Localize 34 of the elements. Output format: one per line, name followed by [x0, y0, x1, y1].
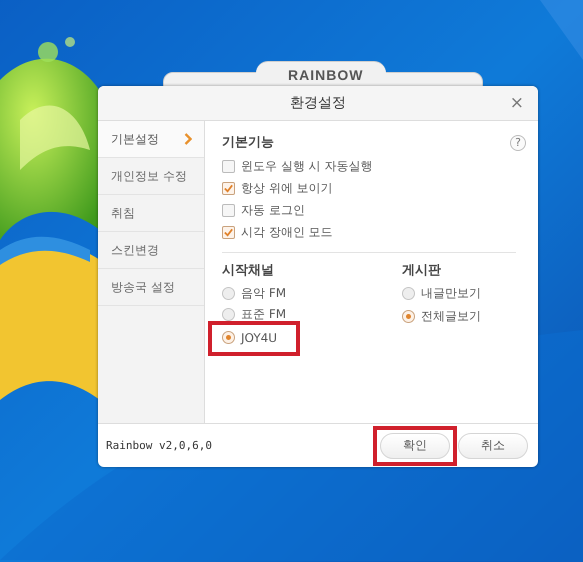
radio-label: 음악 FM	[241, 285, 286, 302]
dialog-title: 환경설정	[290, 94, 346, 112]
close-button[interactable]: ×	[506, 93, 528, 113]
section-title: 게시판	[402, 262, 442, 280]
sidebar-item[interactable]: 스킨변경	[98, 232, 204, 269]
version-label: Rainbow v2,0,6,0	[106, 439, 212, 452]
radio-button[interactable]	[402, 287, 415, 300]
checkbox[interactable]	[222, 182, 235, 194]
checkbox[interactable]	[222, 204, 235, 216]
chevron-icon	[184, 133, 192, 145]
section-title: 시작채널	[222, 262, 275, 280]
checkbox-label: 항상 위에 보이기	[241, 180, 333, 196]
radio-label: JOY4U	[241, 330, 278, 344]
ok-button[interactable]: 확인	[380, 432, 450, 458]
sidebar-item[interactable]: 개인정보 수정	[98, 158, 204, 195]
section-title: 기본기능	[222, 134, 274, 152]
help-button[interactable]: ?	[510, 135, 526, 151]
sidebar-item[interactable]: 방송국 설정	[98, 269, 204, 306]
checkbox[interactable]	[222, 226, 235, 238]
radio-button[interactable]	[222, 287, 235, 300]
radio-button[interactable]	[402, 310, 415, 323]
radio-label: 표준 FM	[241, 306, 286, 323]
radio-button[interactable]	[222, 331, 235, 344]
checkbox-label: 시각 장애인 모드	[241, 224, 333, 240]
sidebar-item[interactable]: 기본설정	[98, 121, 204, 158]
radio-label: 전체글보기	[421, 308, 481, 325]
cancel-button[interactable]: 취소	[458, 432, 528, 458]
radio-label: 내글만보기	[421, 285, 481, 302]
checkbox-label: 자동 로그인	[241, 202, 305, 218]
sidebar-item[interactable]: 취침	[98, 195, 204, 232]
radio-button[interactable]	[222, 308, 235, 321]
checkbox-label: 윈도우 실행 시 자동실행	[241, 158, 372, 174]
window-title: RAINBOW	[288, 67, 364, 83]
checkbox[interactable]	[222, 160, 235, 172]
